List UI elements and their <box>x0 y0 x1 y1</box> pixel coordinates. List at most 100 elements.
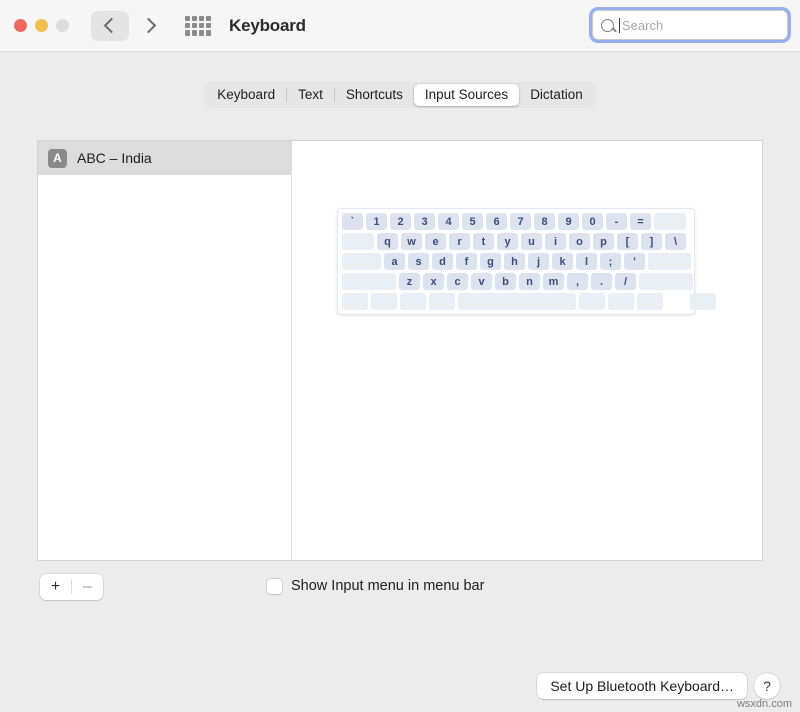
keyboard-key-blank <box>690 293 716 310</box>
keyboard-key-7: 7 <box>510 213 531 230</box>
input-sources-panel: A ABC – India `1234567890-= qwertyuiop[]\… <box>37 140 763 561</box>
keyboard-key-;: ; <box>600 253 621 270</box>
tab-bar-row: Keyboard Text Shortcuts Input Sources Di… <box>0 82 800 108</box>
chevron-right-icon <box>141 18 157 34</box>
keyboard-key-6: 6 <box>486 213 507 230</box>
keyboard-key-w: w <box>401 233 422 250</box>
keyboard-row: `1234567890-= <box>342 213 690 230</box>
keyboard-key-t: t <box>473 233 494 250</box>
keyboard-key-v: v <box>471 273 492 290</box>
keyboard-key-x: x <box>423 273 444 290</box>
show-all-grid-icon[interactable] <box>185 16 211 36</box>
back-button[interactable] <box>91 11 129 41</box>
keyboard-key-r: r <box>449 233 470 250</box>
close-window-button[interactable] <box>14 19 27 32</box>
search-container: Search <box>592 10 788 40</box>
search-icon <box>601 19 614 32</box>
remove-input-source-button[interactable]: – <box>72 574 103 600</box>
tab-shortcuts[interactable]: Shortcuts <box>335 84 414 106</box>
keyboard-key-blank <box>608 293 634 310</box>
keyboard-key-a: a <box>384 253 405 270</box>
keyboard-key-blank <box>342 233 374 250</box>
keyboard-key-blank <box>400 293 426 310</box>
tab-text[interactable]: Text <box>287 84 334 106</box>
keyboard-key-h: h <box>504 253 525 270</box>
keyboard-row <box>342 293 690 310</box>
keyboard-key-n: n <box>519 273 540 290</box>
add-remove-source-control: + – <box>40 574 103 600</box>
keyboard-key-0: 0 <box>582 213 603 230</box>
keyboard-key-y: y <box>497 233 518 250</box>
minimize-window-button[interactable] <box>35 19 48 32</box>
tab-bar: Keyboard Text Shortcuts Input Sources Di… <box>204 82 595 108</box>
keyboard-key-/: / <box>615 273 636 290</box>
keyboard-key-[: [ <box>617 233 638 250</box>
navigation-buttons <box>91 11 169 41</box>
keyboard-key-blank <box>342 293 368 310</box>
keyboard-key-o: o <box>569 233 590 250</box>
keyboard-key-`: ` <box>342 213 363 230</box>
keyboard-key-q: q <box>377 233 398 250</box>
window-titlebar: Keyboard Search <box>0 0 800 52</box>
keyboard-key-4: 4 <box>438 213 459 230</box>
keyboard-key-5: 5 <box>462 213 483 230</box>
help-button[interactable]: ? <box>754 673 780 699</box>
keyboard-key-\: \ <box>665 233 686 250</box>
input-sources-list: A ABC – India <box>38 141 292 560</box>
show-input-menu-label: Show Input menu in menu bar <box>291 578 484 594</box>
keyboard-key-g: g <box>480 253 501 270</box>
keyboard-key-blank <box>637 293 663 310</box>
tab-input-sources[interactable]: Input Sources <box>414 84 519 106</box>
set-up-bluetooth-keyboard-button[interactable]: Set Up Bluetooth Keyboard… <box>537 673 747 699</box>
keyboard-key-,: , <box>567 273 588 290</box>
keyboard-key-blank <box>648 253 691 270</box>
show-input-menu-checkbox[interactable] <box>267 579 282 594</box>
add-input-source-button[interactable]: + <box>40 574 71 600</box>
tab-keyboard[interactable]: Keyboard <box>206 84 286 106</box>
keyboard-key-z: z <box>399 273 420 290</box>
search-input[interactable]: Search <box>592 10 788 40</box>
keyboard-key-.: . <box>591 273 612 290</box>
text-cursor <box>619 18 620 33</box>
keyboard-key-blank <box>579 293 605 310</box>
chevron-left-icon <box>104 18 120 34</box>
keyboard-preview-pane: `1234567890-= qwertyuiop[]\ asdfghjkl;' zxc… <box>292 141 762 560</box>
keyboard-key-p: p <box>593 233 614 250</box>
keyboard-row: asdfghjkl;' <box>342 253 690 270</box>
keyboard-key-]: ] <box>641 233 662 250</box>
input-source-badge-icon: A <box>48 149 67 168</box>
keyboard-key-blank <box>639 273 693 290</box>
keyboard-key-f: f <box>456 253 477 270</box>
list-item[interactable]: A ABC – India <box>38 141 291 175</box>
page-title: Keyboard <box>229 16 306 36</box>
keyboard-key-blank <box>342 253 381 270</box>
keyboard-key-e: e <box>425 233 446 250</box>
forward-button[interactable] <box>131 11 169 41</box>
keyboard-key-l: l <box>576 253 597 270</box>
keyboard-key-c: c <box>447 273 468 290</box>
keyboard-key-j: j <box>528 253 549 270</box>
keyboard-key-arrow-cluster <box>666 293 687 310</box>
keyboard-key-s: s <box>408 253 429 270</box>
traffic-lights <box>14 19 69 32</box>
keyboard-key-3: 3 <box>414 213 435 230</box>
keyboard-key-d: d <box>432 253 453 270</box>
tab-dictation[interactable]: Dictation <box>519 84 594 106</box>
search-placeholder: Search <box>622 18 663 33</box>
keyboard-key-blank <box>429 293 455 310</box>
keyboard-key--: - <box>606 213 627 230</box>
show-input-menu-row[interactable]: Show Input menu in menu bar <box>267 578 484 594</box>
keyboard-key-i: i <box>545 233 566 250</box>
keyboard-key-b: b <box>495 273 516 290</box>
keyboard-key-blank <box>371 293 397 310</box>
keyboard-row: zxcvbnm,./ <box>342 273 690 290</box>
keyboard-key-u: u <box>521 233 542 250</box>
keyboard-key-blank <box>342 273 396 290</box>
keyboard-key-8: 8 <box>534 213 555 230</box>
zoom-window-button[interactable] <box>56 19 69 32</box>
keyboard-key-blank <box>654 213 686 230</box>
keyboard-key-': ' <box>624 253 645 270</box>
keyboard-key-9: 9 <box>558 213 579 230</box>
input-source-label: ABC – India <box>77 150 152 166</box>
keyboard-key-m: m <box>543 273 564 290</box>
